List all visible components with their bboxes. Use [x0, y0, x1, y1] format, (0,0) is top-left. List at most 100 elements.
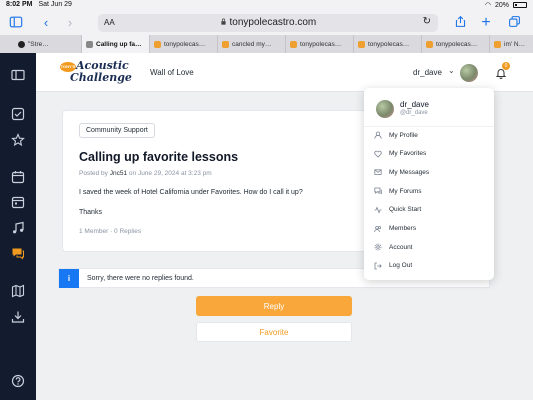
- url-text: tonypolecastro.com: [98, 17, 438, 28]
- dropdown-handle: @dr_dave: [400, 110, 428, 116]
- dropdown-item-label: Members: [389, 225, 417, 232]
- lock-icon: [221, 18, 226, 25]
- browser-tab-label: Calling up fa…: [96, 40, 142, 48]
- envelope-icon: [374, 169, 382, 176]
- logout-icon: [374, 262, 382, 270]
- address-bar[interactable]: AA tonypolecastro.com ↻: [98, 14, 438, 32]
- dropdown-username[interactable]: dr_dave: [400, 100, 429, 109]
- browser-tab-label: "Stre…: [28, 40, 49, 48]
- menu-toggle-icon[interactable]: [11, 68, 25, 82]
- favicon-icon: [426, 40, 433, 48]
- reply-button[interactable]: Reply: [196, 296, 352, 316]
- dropdown-item-label: My Profile: [389, 131, 418, 139]
- wifi-icon: ◠: [484, 2, 491, 9]
- dropdown-item-my-favorites[interactable]: My Favorites: [374, 147, 484, 161]
- status-right: ◠ 20%: [485, 1, 527, 9]
- browser-tab[interactable]: "Stre…: [14, 35, 82, 53]
- browser-tab-label: tonypolecas…: [300, 40, 342, 48]
- browser-tab[interactable]: tonypolecas…: [286, 35, 354, 53]
- status-bar: 8:02 PM Sat Jun 29 ◠ 20%: [0, 0, 533, 11]
- favicon-icon: [358, 40, 365, 48]
- checklist-icon[interactable]: [11, 107, 25, 121]
- favicon-icon: [290, 40, 297, 48]
- notification-badge: 0: [502, 62, 510, 70]
- tabs-overview-icon[interactable]: [506, 15, 522, 31]
- calendar-alt-icon[interactable]: [11, 195, 25, 209]
- dropdown-item-my-messages[interactable]: My Messages: [374, 165, 484, 179]
- forums-icon[interactable]: [11, 246, 25, 260]
- header-username[interactable]: dr_dave: [413, 68, 442, 77]
- browser-tab-label: cancled my…: [232, 40, 272, 48]
- new-tab-icon[interactable]: +: [478, 15, 494, 31]
- dropdown-item-label: My Forums: [389, 187, 422, 195]
- browser-tab[interactable]: tonypolecas…: [150, 35, 218, 53]
- dropdown-item-label: Quick Start: [389, 206, 422, 214]
- nav-link-wall-of-love[interactable]: Wall of Love: [150, 68, 194, 77]
- members-icon: [374, 225, 382, 232]
- dropdown-item-log-out[interactable]: Log Out: [374, 259, 484, 273]
- browser-tab-label: tonypolecas…: [368, 40, 410, 48]
- chevron-down-icon[interactable]: ⌄: [448, 66, 455, 75]
- profile-dropdown: dr_dave @dr_dave My Profile My Favorites M…: [364, 88, 494, 280]
- help-icon[interactable]: [11, 374, 25, 388]
- site-logo[interactable]: TONY'S Acoustic Challenge: [60, 57, 132, 87]
- back-icon[interactable]: ‹: [38, 15, 54, 31]
- favicon-icon: [86, 40, 93, 48]
- dropdown-item-my-profile[interactable]: My Profile: [374, 128, 484, 142]
- topic-meta: 1 Member · 0 Replies: [79, 228, 142, 235]
- calendar-icon[interactable]: [11, 170, 25, 184]
- chat-icon: [374, 187, 382, 195]
- dropdown-item-label: My Favorites: [389, 150, 427, 158]
- pulse-icon: [374, 206, 382, 214]
- favicon-icon: [154, 40, 161, 48]
- topic-title: Calling up favorite lessons: [79, 150, 239, 164]
- favicon-icon: [222, 40, 229, 48]
- topic-body: I saved the week of Hotel California und…: [79, 189, 303, 196]
- reload-icon[interactable]: ↻: [423, 16, 431, 27]
- user-icon: [374, 131, 382, 139]
- forward-icon[interactable]: ›: [62, 15, 78, 31]
- battery-icon: [513, 2, 527, 8]
- music-note-icon[interactable]: [11, 221, 25, 235]
- tab-strip: "Stre… Calling up fa… tonypolecas… cancled …: [0, 35, 533, 53]
- site-header: TONY'S Acoustic Challenge Wall of Love d…: [36, 53, 533, 92]
- dropdown-item-quick-start[interactable]: Quick Start: [374, 203, 484, 217]
- browser-tab[interactable]: im' N…: [490, 35, 533, 53]
- browser-toolbar: ‹ › AA tonypolecastro.com ↻ +: [0, 11, 533, 35]
- browser-tab[interactable]: tonypolecas…: [354, 35, 422, 53]
- favicon-icon: [18, 40, 25, 48]
- left-sidebar: [0, 53, 36, 400]
- info-icon: i: [59, 269, 79, 288]
- topic-signoff: Thanks: [79, 209, 102, 216]
- divider: [364, 126, 494, 127]
- dropdown-avatar[interactable]: [376, 100, 394, 118]
- star-icon[interactable]: [11, 133, 25, 147]
- browser-tab[interactable]: cancled my…: [218, 35, 286, 53]
- map-icon[interactable]: [11, 284, 25, 298]
- browser-tab-label: im' N…: [504, 40, 526, 48]
- dropdown-item-label: Account: [389, 243, 413, 251]
- dropdown-item-label: My Messages: [389, 168, 430, 176]
- forum-chip[interactable]: Community Support: [79, 123, 155, 138]
- heart-icon: [374, 150, 382, 158]
- browser-tab-label: tonypolecas…: [164, 40, 206, 48]
- dropdown-item-my-forums[interactable]: My Forums: [374, 184, 484, 198]
- sidebar-toggle-icon[interactable]: [8, 15, 24, 31]
- status-time-date: 8:02 PM Sat Jun 29: [6, 1, 72, 8]
- posted-by-line: Posted by Jnc51 on June 29, 2024 at 3:23…: [79, 170, 212, 177]
- gear-icon: [374, 243, 382, 251]
- favorite-button[interactable]: Favorite: [196, 322, 352, 342]
- notice-text: Sorry, there were no replies found.: [87, 275, 194, 282]
- dropdown-item-members[interactable]: Members: [374, 222, 484, 236]
- browser-tab[interactable]: Calling up fa…: [82, 35, 150, 53]
- battery-percent: 20%: [494, 1, 509, 9]
- author-link[interactable]: Jnc51: [110, 170, 127, 177]
- dropdown-item-account[interactable]: Account: [374, 240, 484, 254]
- header-avatar[interactable]: [460, 64, 478, 82]
- download-icon[interactable]: [11, 310, 25, 324]
- favicon-icon: [494, 40, 501, 48]
- browser-tab[interactable]: tonypolecas…: [422, 35, 490, 53]
- browser-tab-label: tonypolecas…: [436, 40, 478, 48]
- dropdown-item-label: Log Out: [389, 262, 413, 270]
- share-icon[interactable]: [452, 15, 468, 31]
